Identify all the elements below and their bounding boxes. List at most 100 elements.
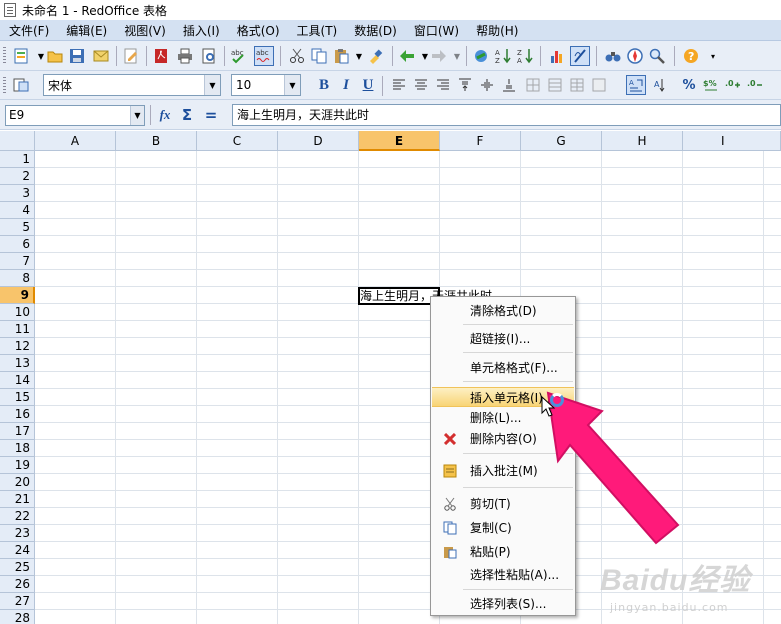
cut-icon[interactable] — [288, 47, 306, 65]
redo-dropdown-icon[interactable]: ▼ — [448, 47, 466, 65]
row-header-5[interactable]: 5 — [0, 219, 35, 236]
font-size-select[interactable]: 10 ▼ — [231, 74, 301, 96]
row-header-21[interactable]: 21 — [0, 491, 35, 508]
menu-tools[interactable]: 工具(T) — [288, 22, 346, 39]
row-header-12[interactable]: 12 — [0, 338, 35, 355]
chevron-down-icon[interactable]: ▼ — [284, 75, 300, 95]
row-header-14[interactable]: 14 — [0, 372, 35, 389]
underline-button[interactable]: U — [358, 75, 378, 95]
row-header-20[interactable]: 20 — [0, 474, 35, 491]
navigator-icon[interactable] — [626, 47, 644, 65]
delete-decimal-icon[interactable]: .0 — [746, 76, 764, 94]
open-folder-icon[interactable] — [46, 47, 64, 65]
row-header-9[interactable]: 9 — [0, 287, 35, 304]
align-middle-icon[interactable] — [478, 76, 496, 94]
copy-icon[interactable] — [310, 47, 328, 65]
row-header-11[interactable]: 11 — [0, 321, 35, 338]
draw-functions-icon[interactable] — [570, 46, 590, 66]
menu-insert[interactable]: 插入(I) — [174, 22, 228, 39]
auto-spellcheck-icon[interactable]: abc — [254, 46, 274, 66]
font-name-select[interactable]: 宋体 ▼ — [43, 74, 221, 96]
align-center-icon[interactable] — [412, 76, 430, 94]
number-format-currency-icon[interactable]: $% — [702, 76, 720, 94]
toolbar-grip[interactable] — [3, 77, 6, 95]
wrap-text-icon[interactable]: A — [626, 75, 646, 95]
hyperlink-icon[interactable] — [472, 47, 490, 65]
cell-border-icon[interactable] — [590, 76, 608, 94]
row-header-18[interactable]: 18 — [0, 440, 35, 457]
chevron-down-icon[interactable]: ▼ — [204, 75, 220, 95]
merge-cells-icon[interactable] — [524, 76, 542, 94]
menu-window[interactable]: 窗口(W) — [405, 22, 467, 39]
column-header-d[interactable]: D — [278, 131, 359, 151]
menu-view[interactable]: 视图(V) — [115, 22, 174, 39]
sum-icon[interactable]: Σ — [178, 106, 196, 124]
row-header-27[interactable]: 27 — [0, 593, 35, 610]
menu-help[interactable]: 帮助(H) — [467, 22, 526, 39]
row-header-3[interactable]: 3 — [0, 185, 35, 202]
row-header-24[interactable]: 24 — [0, 542, 35, 559]
align-left-icon[interactable] — [390, 76, 408, 94]
undo-icon[interactable] — [398, 47, 416, 65]
chevron-down-icon[interactable]: ▼ — [130, 106, 144, 125]
row-header-10[interactable]: 10 — [0, 304, 35, 321]
align-bottom-icon[interactable] — [500, 76, 518, 94]
align-top-icon[interactable] — [456, 76, 474, 94]
row-header-25[interactable]: 25 — [0, 559, 35, 576]
print-preview-icon[interactable] — [200, 47, 218, 65]
menu-item-clear-format[interactable]: 清除格式(D) — [432, 301, 574, 321]
equals-icon[interactable]: = — [202, 106, 220, 124]
bold-button[interactable]: B — [314, 75, 334, 95]
formula-input[interactable]: 海上生明月，天涯共此时 — [232, 104, 781, 126]
row-header-13[interactable]: 13 — [0, 355, 35, 372]
row-header-22[interactable]: 22 — [0, 508, 35, 525]
row-header-4[interactable]: 4 — [0, 202, 35, 219]
menu-format[interactable]: 格式(O) — [228, 22, 288, 39]
email-icon[interactable] — [92, 47, 110, 65]
row-header-8[interactable]: 8 — [0, 270, 35, 287]
row-header-2[interactable]: 2 — [0, 168, 35, 185]
sort-descending-icon[interactable]: ZA — [516, 47, 534, 65]
spellcheck-icon[interactable]: abc — [230, 47, 248, 65]
row-header-6[interactable]: 6 — [0, 236, 35, 253]
row-header-15[interactable]: 15 — [0, 389, 35, 406]
menu-item-selection-list[interactable]: 选择列表(S)... — [432, 594, 574, 614]
new-document-icon[interactable] — [12, 47, 30, 65]
find-replace-icon[interactable] — [604, 47, 622, 65]
menu-item-hyperlink[interactable]: 超链接(I)... — [432, 329, 574, 349]
row-header-16[interactable]: 16 — [0, 406, 35, 423]
redo-icon[interactable] — [430, 47, 448, 65]
row-header-1[interactable]: 1 — [0, 151, 35, 168]
column-header-h[interactable]: H — [602, 131, 683, 151]
row-header-7[interactable]: 7 — [0, 253, 35, 270]
sort-ascending-icon[interactable]: AZ — [494, 47, 512, 65]
column-header-i[interactable]: I — [683, 131, 781, 151]
print-icon[interactable] — [176, 47, 194, 65]
menu-data[interactable]: 数据(D) — [345, 22, 405, 39]
column-header-e[interactable]: E — [359, 131, 440, 151]
paste-icon[interactable] — [332, 47, 350, 65]
italic-button[interactable]: I — [336, 75, 356, 95]
column-header-c[interactable]: C — [197, 131, 278, 151]
column-header-f[interactable]: F — [440, 131, 521, 151]
function-wizard-icon[interactable]: fx — [156, 106, 174, 124]
help-icon[interactable]: ? — [682, 47, 700, 65]
menu-file[interactable]: 文件(F) — [0, 22, 57, 39]
row-header-23[interactable]: 23 — [0, 525, 35, 542]
add-decimal-icon[interactable]: .0 — [724, 76, 742, 94]
column-header-a[interactable]: A — [35, 131, 116, 151]
select-all-corner[interactable] — [0, 131, 35, 151]
format-paintbrush-icon[interactable] — [366, 47, 384, 65]
menu-item-cell-format[interactable]: 单元格格式(F)... — [432, 358, 574, 378]
number-format-percent-icon[interactable]: % — [680, 76, 698, 94]
styles-icon[interactable] — [12, 76, 30, 94]
column-header-b[interactable]: B — [116, 131, 197, 151]
save-icon[interactable] — [68, 47, 86, 65]
row-header-28[interactable]: 28 — [0, 610, 35, 624]
toolbar-grip[interactable] — [3, 47, 6, 65]
zoom-icon[interactable] — [648, 47, 666, 65]
row-header-19[interactable]: 19 — [0, 457, 35, 474]
chart-icon[interactable] — [548, 47, 566, 65]
pdf-export-icon[interactable] — [152, 47, 170, 65]
toolbar-overflow-icon[interactable]: ▾ — [704, 47, 722, 65]
